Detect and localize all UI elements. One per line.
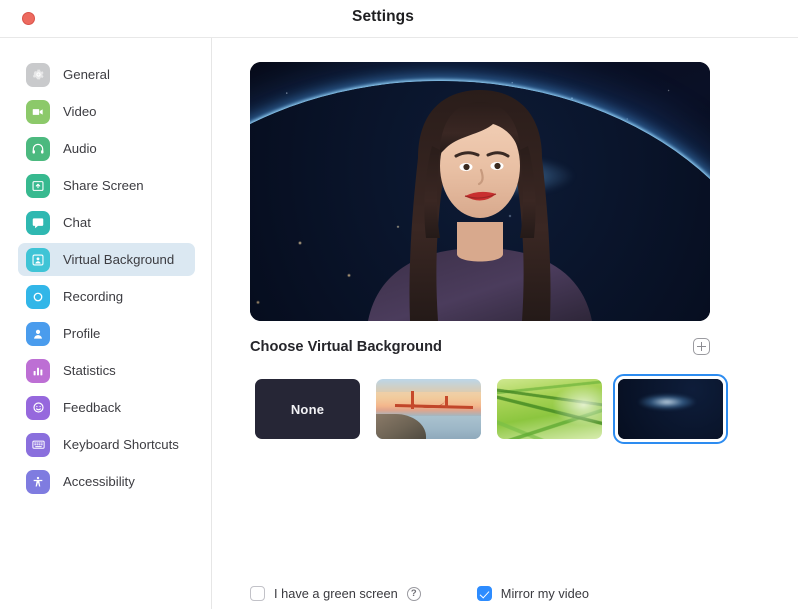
smiley-face-icon [26,395,50,420]
sidebar-item-virtual-background[interactable]: Virtual Background [18,243,195,276]
mirror-video-option[interactable]: Mirror my video [476,586,589,601]
share-screen-icon [26,173,50,198]
green-screen-label: I have a green screen [274,586,398,601]
sidebar-item-label: General [63,67,110,82]
sidebar-item-label: Virtual Background [63,252,175,267]
sidebar-item-statistics[interactable]: Statistics [18,354,195,387]
bridge-tower-right [445,396,449,409]
preview-person [368,90,592,321]
sidebar-item-accessibility[interactable]: Accessibility [18,465,195,498]
sidebar-item-share-screen[interactable]: Share Screen [18,169,195,202]
person-icon [26,321,50,346]
thumbnail-image [497,379,602,439]
virtual-background-icon [26,247,50,272]
sidebar-item-label: Chat [63,215,91,230]
settings-window: Settings General Video Audio Share Scree… [0,0,798,609]
video-preview[interactable] [250,62,710,321]
thumbnail-image [376,379,481,439]
chat-bubble-icon [26,210,50,235]
sidebar-item-label: Profile [63,326,101,341]
sidebar-item-label: Video [63,104,97,119]
sidebar-item-keyboard-shortcuts[interactable]: Keyboard Shortcuts [18,428,195,461]
sidebar-item-audio[interactable]: Audio [18,132,195,165]
sidebar-item-label: Statistics [63,363,116,378]
sidebar-item-general[interactable]: General [18,58,195,91]
keyboard-icon [26,432,50,457]
background-thumbnail-grass[interactable] [492,374,607,444]
add-background-button[interactable] [693,338,710,355]
gear-icon [26,62,50,87]
earth-sun-glare [638,393,697,410]
background-thumbnail-none[interactable]: None [250,374,365,444]
green-screen-option[interactable]: I have a green screen ? [250,586,421,601]
mirror-video-label: Mirror my video [500,586,589,601]
choose-virtual-background-header: Choose Virtual Background [250,338,710,355]
background-thumbnail-golden-gate-bridge[interactable] [371,374,486,444]
background-thumbnail-earth[interactable] [613,374,728,444]
sidebar-item-recording[interactable]: Recording [18,280,195,313]
sidebar-item-feedback[interactable]: Feedback [18,391,195,424]
thumbnail-image [618,379,723,439]
sidebar-item-profile[interactable]: Profile [18,317,195,350]
video-camera-icon [26,99,50,124]
headphones-icon [26,136,50,161]
section-title: Choose Virtual Background [250,338,442,355]
window-title: Settings [352,8,414,25]
green-screen-checkbox[interactable] [250,586,265,601]
bar-chart-icon [26,358,50,383]
sidebar-item-chat[interactable]: Chat [18,206,195,239]
sidebar-item-video[interactable]: Video [18,95,195,128]
settings-sidebar: General Video Audio Share Screen Chat Vi… [0,38,212,609]
thumbnail-label: None [290,401,325,417]
virtual-background-options: I have a green screen ? Mirror my video [250,586,589,601]
title-bar: Settings [0,0,798,37]
sidebar-item-label: Feedback [63,400,121,415]
sidebar-item-label: Share Screen [63,178,144,193]
bridge-tower-left [410,391,414,409]
record-icon [26,284,50,309]
virtual-background-panel: Choose Virtual Background None I have a … [213,38,798,609]
sidebar-item-label: Recording [63,289,124,304]
background-thumbnail-list: None [250,374,728,444]
grass-sun-glow [551,383,602,426]
help-icon[interactable]: ? [406,586,421,601]
thumbnail-image: None [255,379,360,439]
mirror-video-checkbox[interactable] [476,586,492,601]
sidebar-item-label: Keyboard Shortcuts [63,437,179,452]
accessibility-icon [26,469,50,494]
sidebar-item-label: Accessibility [63,474,135,489]
sidebar-item-label: Audio [63,141,97,156]
